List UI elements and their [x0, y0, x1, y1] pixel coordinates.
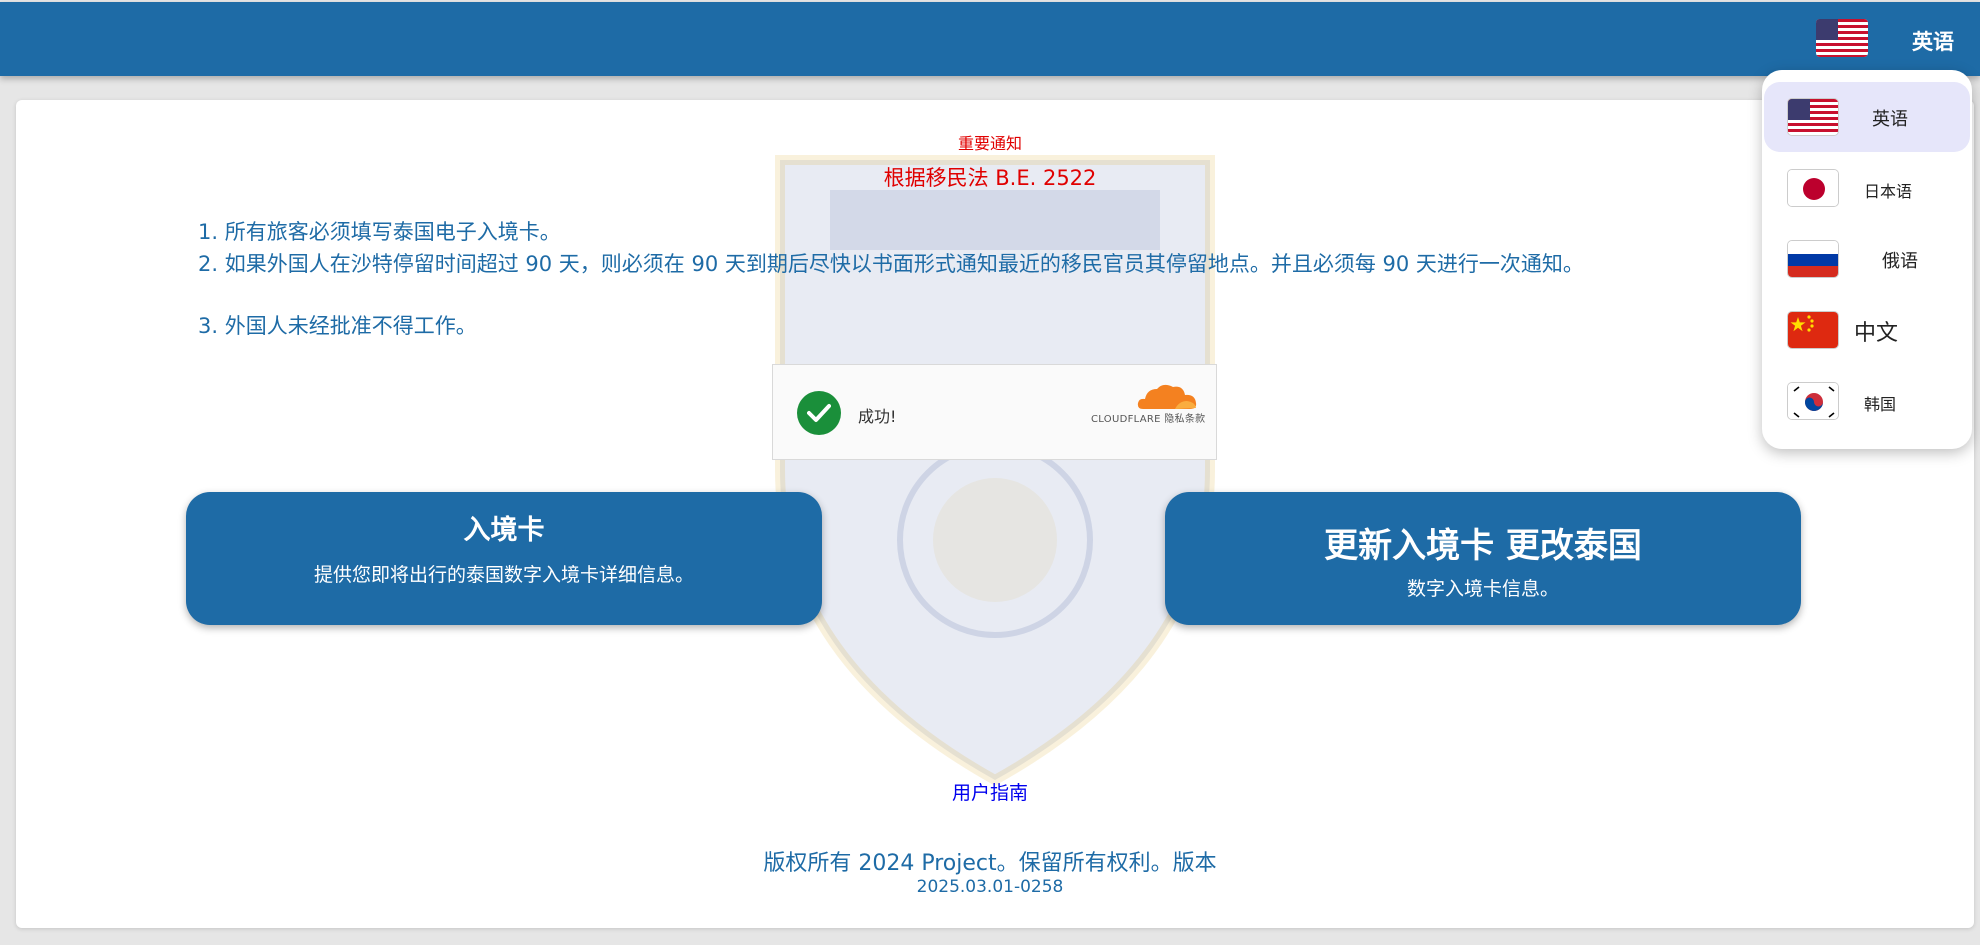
language-option-label: 韩国 [1864, 395, 1897, 414]
language-option-label: 中文 [1854, 321, 1899, 346]
language-option-label: 日本语 [1864, 182, 1913, 201]
russia-flag-icon [1787, 240, 1839, 278]
update-card-title: 更新入境卡 更改泰国 [1324, 526, 1642, 566]
immigration-act-heading: 根据移民法 B.E. 2522 [883, 166, 1097, 190]
japan-flag-icon [1787, 169, 1839, 207]
us-flag-icon[interactable] [1816, 19, 1868, 57]
copyright-text: 版权所有 2024 Project。保留所有权利。版本 [763, 851, 1217, 876]
user-guide-link[interactable]: 用户指南 [0, 778, 1980, 805]
language-option-label: 英语 [1872, 109, 1908, 130]
language-option-korean[interactable]: 韩国 [1764, 366, 1970, 436]
rule-item: 1. 所有旅客必须填写泰国电子入境卡。 [198, 220, 561, 244]
version-text: 2025.03.01-0258 [916, 877, 1064, 897]
update-card-description: 数字入境卡信息。 [1406, 578, 1559, 600]
arrival-card-button[interactable]: 入境卡 提供您即将出行的泰国数字入境卡详细信息。 [186, 492, 822, 625]
cloudflare-captcha-widget[interactable]: 成功! CLOUDFLARE 隐私条款 [772, 364, 1217, 460]
arrival-card-description: 提供您即将出行的泰国数字入境卡详细信息。 [313, 564, 694, 586]
language-dropdown-menu: 英语 日本语 俄语 中文 韩国 [1762, 70, 1972, 449]
top-header-bar: 英语 [0, 2, 1980, 76]
korea-flag-icon [1787, 382, 1839, 420]
update-arrival-card-button[interactable]: 更新入境卡 更改泰国 数字入境卡信息。 [1165, 492, 1801, 625]
captcha-status-text: 成功! [858, 407, 897, 426]
important-notice-label: 重要通知 [957, 134, 1022, 153]
rule-item: 3. 外国人未经批准不得工作。 [198, 314, 477, 338]
language-option-japanese[interactable]: 日本语 [1764, 153, 1970, 223]
language-option-chinese[interactable]: 中文 [1764, 295, 1970, 365]
us-flag-icon [1787, 98, 1839, 136]
success-check-icon [797, 391, 841, 435]
language-option-russian[interactable]: 俄语 [1764, 224, 1970, 294]
language-option-english[interactable]: 英语 [1764, 82, 1970, 152]
cloudflare-logo-icon [1137, 384, 1197, 409]
language-option-label: 俄语 [1882, 251, 1918, 272]
china-flag-icon [1787, 311, 1839, 349]
rule-item: 2. 如果外国人在沙特停留时间超过 90 天，则必须在 90 天到期后尽快以书面… [198, 252, 1584, 276]
current-language-label[interactable]: 英语 [1912, 26, 1954, 56]
immigration-emblem-watermark [775, 155, 1215, 786]
arrival-card-title: 入境卡 [463, 515, 545, 546]
cloudflare-privacy-label[interactable]: CLOUDFLARE 隐私条款 [1091, 410, 1205, 425]
